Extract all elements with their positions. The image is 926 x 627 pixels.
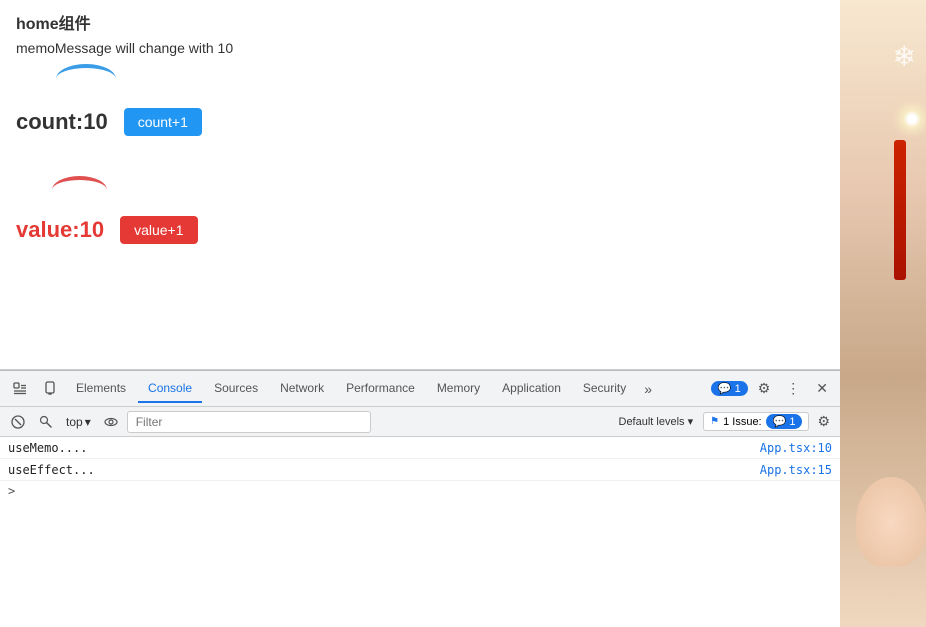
devtools-topbar-right: 💬 1 ⚙ ⋮ ✕ (711, 376, 834, 401)
devtools-panel: Elements Console Sources Network Perform… (0, 370, 840, 627)
eye-btn[interactable] (99, 413, 123, 431)
console-row-1: useMemo.... App.tsx:10 (0, 437, 840, 459)
right-decoration-panel: ❄ (840, 0, 926, 627)
context-value: top (66, 415, 83, 429)
filter-toggle-btn[interactable] (34, 413, 58, 431)
glow-circle (903, 110, 921, 128)
console-content: useMemo.... App.tsx:10 useEffect... App.… (0, 437, 840, 627)
issue-badge: ⚑ 1 Issue: 💬 1 (703, 412, 809, 431)
tab-memory[interactable]: Memory (427, 375, 490, 403)
chevron-down-icon: ▾ (85, 415, 91, 429)
console-prompt: > (0, 481, 840, 501)
console-row-2: useEffect... App.tsx:15 (0, 459, 840, 481)
filter-input[interactable] (132, 413, 366, 431)
devtools-topbar: Elements Console Sources Network Perform… (0, 371, 840, 407)
tab-security[interactable]: Security (573, 375, 636, 403)
context-selector[interactable]: top ▾ (62, 413, 95, 431)
settings-btn[interactable]: ⚙ (752, 376, 777, 401)
issue-icon: ⚑ (710, 416, 719, 427)
prompt-symbol: > (8, 484, 15, 498)
clear-console-btn[interactable] (6, 413, 30, 431)
filter-area (127, 411, 371, 433)
character-decoration (856, 477, 926, 567)
console-settings-btn[interactable]: ⚙ (813, 411, 834, 432)
issue-chat-icon: 💬 (773, 415, 787, 428)
default-levels-btn[interactable]: Default levels ▾ (613, 413, 700, 430)
red-stick-decoration (894, 140, 906, 280)
badge-count: 1 (735, 383, 741, 395)
value-btn[interactable]: value+1 (120, 216, 197, 244)
count-btn[interactable]: count+1 (124, 108, 202, 136)
count-label: count:10 (16, 109, 108, 135)
issue-count-badge: 💬 1 (766, 414, 803, 429)
devtools-toolbar: top ▾ Default levels ▾ ⚑ 1 Issue: 💬 1 (0, 407, 840, 437)
console-text-1: useMemo.... (8, 441, 87, 455)
tab-application[interactable]: Application (492, 375, 571, 403)
page-title: home组件 (16, 10, 824, 34)
issue-num: 1 (789, 416, 795, 428)
close-devtools-btn[interactable]: ✕ (810, 376, 834, 401)
more-options-btn[interactable]: ⋮ (780, 376, 806, 401)
notification-badge: 💬 1 (711, 381, 748, 396)
console-text-2: useEffect... (8, 463, 95, 477)
console-file-2[interactable]: App.tsx:15 (760, 463, 832, 477)
snowflake-icon: ❄ (893, 40, 916, 73)
red-arc-decoration (52, 176, 107, 204)
memo-message: memoMessage will change with 10 (16, 40, 824, 56)
tab-sources[interactable]: Sources (204, 375, 268, 403)
value-row: value:10 value+1 (16, 216, 824, 244)
chat-icon: 💬 (718, 382, 732, 395)
issue-text: 1 Issue: (723, 416, 762, 428)
console-file-1[interactable]: App.tsx:10 (760, 441, 832, 455)
tab-performance[interactable]: Performance (336, 375, 425, 403)
tab-network[interactable]: Network (270, 375, 334, 403)
tab-console[interactable]: Console (138, 375, 202, 403)
device-toggle-btn[interactable] (36, 377, 64, 401)
inspect-element-btn[interactable] (6, 377, 34, 401)
value-label: value:10 (16, 217, 104, 243)
page-content: home组件 memoMessage will change with 10 c… (0, 0, 840, 370)
tab-elements[interactable]: Elements (66, 375, 136, 403)
count-row: count:10 count+1 (16, 108, 824, 136)
more-tabs-btn[interactable]: » (638, 377, 658, 401)
blue-arc-decoration (56, 64, 116, 94)
